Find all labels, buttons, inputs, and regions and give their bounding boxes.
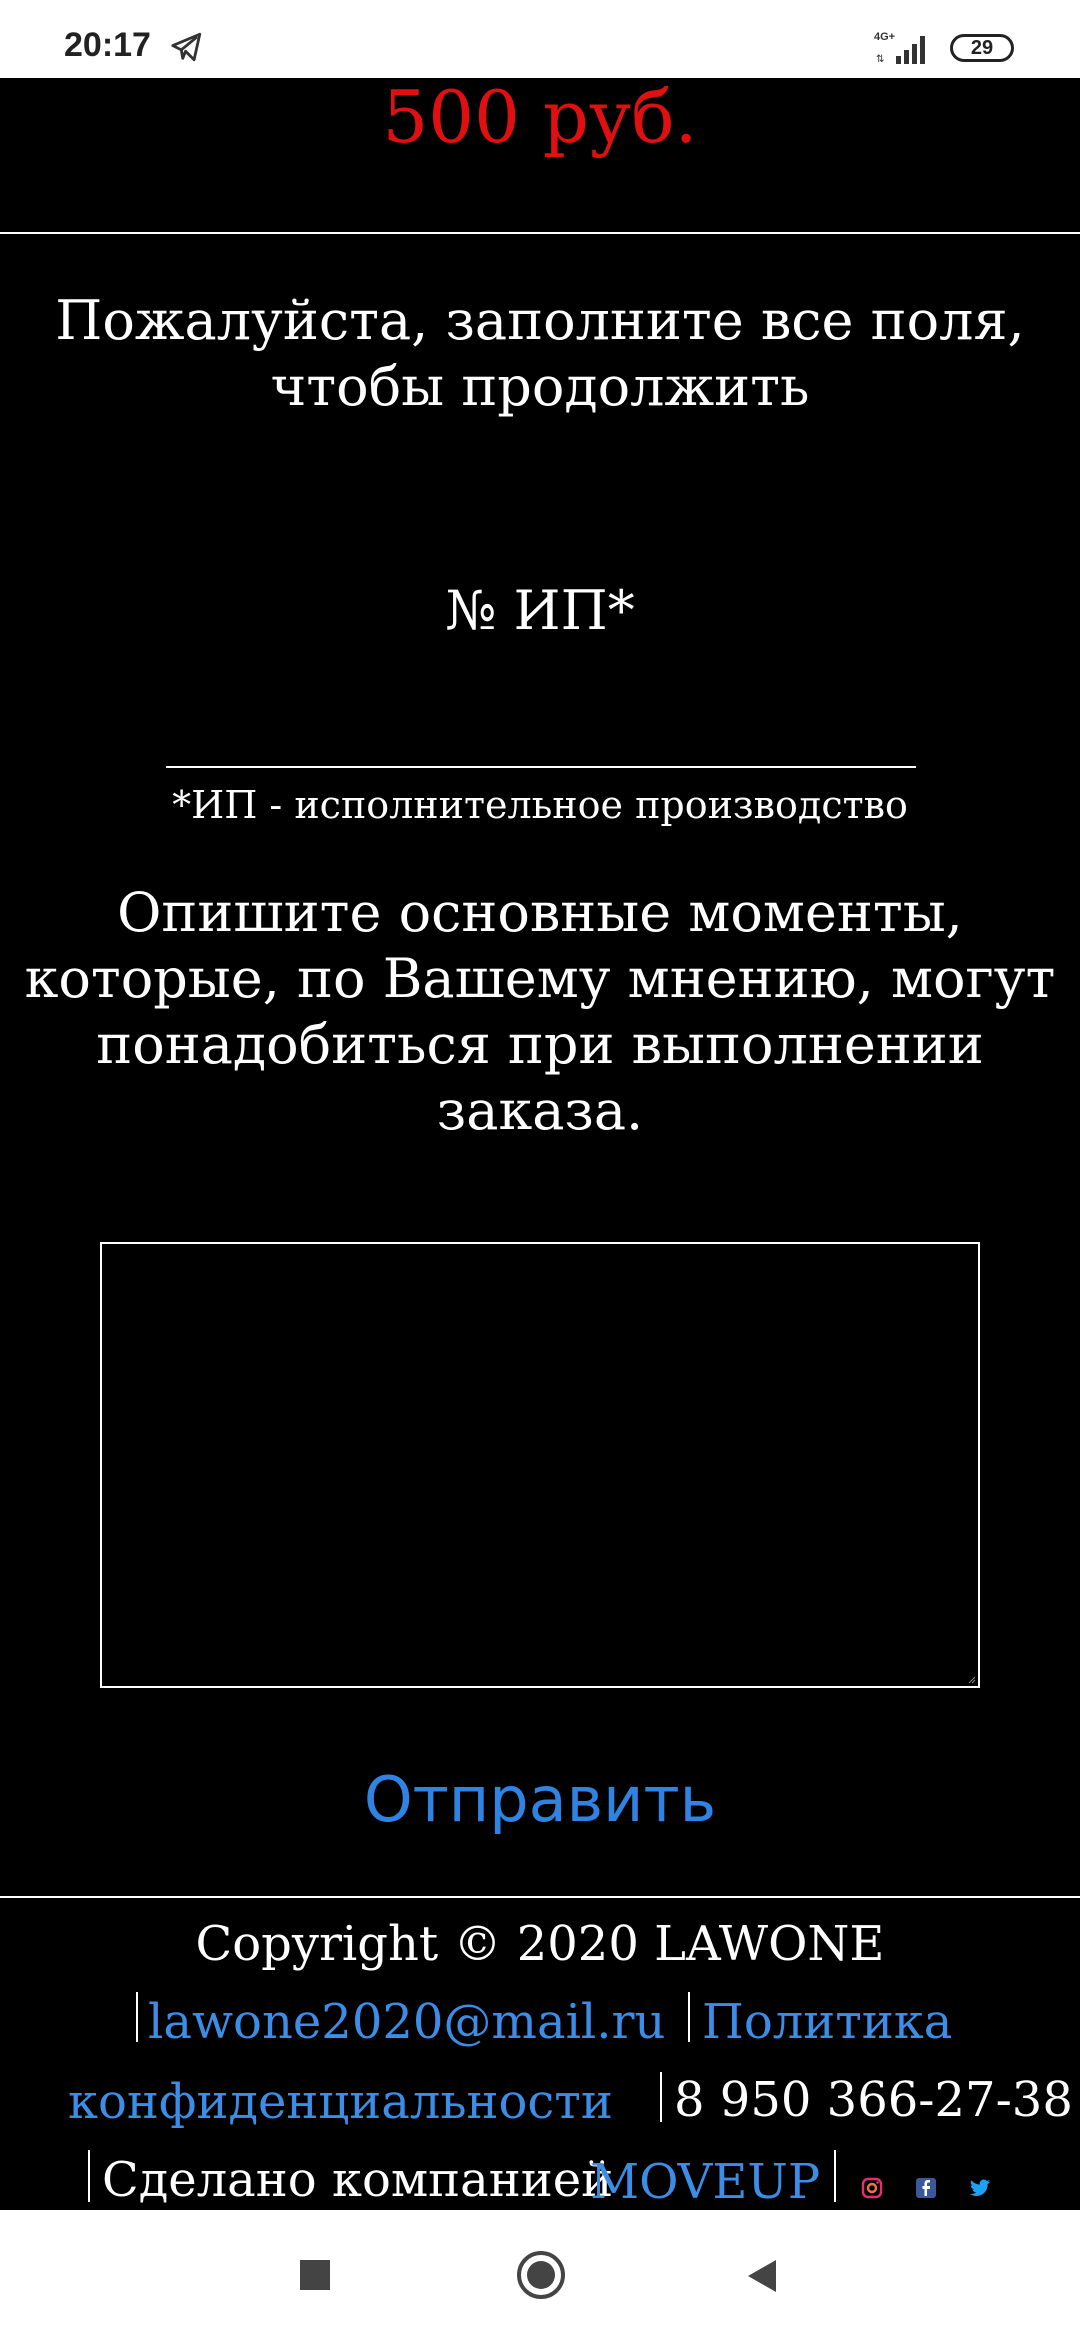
made-by-label: Сделано компанией <box>102 2152 614 2208</box>
footer-divider <box>0 1896 1080 1898</box>
battery-indicator: 29 <box>950 34 1014 62</box>
description-label: Опишите основные моменты, которые, по Ва… <box>24 881 1056 1142</box>
instagram-icon[interactable] <box>860 2176 884 2200</box>
phone-number[interactable]: 8 950 366-27-38 <box>674 2068 1073 2132</box>
facebook-icon[interactable] <box>914 2176 938 2200</box>
network-type: 4G+ <box>874 31 895 43</box>
privacy-policy-link[interactable]: Политика <box>702 1990 952 2054</box>
company-link[interactable]: MOVEUP <box>590 2150 820 2214</box>
form-title: Пожалуйста, заполните все поля, чтобы пр… <box>55 289 1025 418</box>
copyright: Copyright © 2020 LAWONE <box>195 1916 885 1972</box>
separator <box>688 1992 690 2042</box>
signal-icon: 4G+ ⇅ <box>874 31 925 65</box>
ip-note: *ИП - исполнительное производство <box>172 783 908 827</box>
email-link[interactable]: lawone2020@mail.ru <box>148 1990 665 2054</box>
home-icon[interactable] <box>516 2250 566 2300</box>
back-icon[interactable] <box>742 2256 782 2296</box>
resize-handle-icon[interactable] <box>966 1674 976 1684</box>
ip-number-input[interactable] <box>166 690 916 768</box>
status-time: 20:17 <box>64 26 151 64</box>
svg-text:⇅: ⇅ <box>876 54 884 65</box>
privacy-policy-link-cont[interactable]: конфиденциальности <box>68 2070 613 2134</box>
separator <box>88 2150 90 2202</box>
status-bar: 20:17 4G+ ⇅ 29 <box>0 0 1080 78</box>
recent-apps-icon[interactable] <box>300 2260 330 2290</box>
system-nav-bar <box>0 2210 1080 2340</box>
ip-label: № ИП* <box>445 579 635 642</box>
separator <box>660 2072 662 2122</box>
telegram-icon <box>171 32 202 62</box>
submit-button[interactable]: Отправить <box>0 1760 1080 1840</box>
divider <box>0 232 1080 234</box>
separator <box>136 1992 138 2042</box>
separator <box>834 2150 836 2202</box>
description-textarea[interactable] <box>100 1242 980 1688</box>
price: 500 руб. <box>382 75 698 159</box>
twitter-icon[interactable] <box>968 2176 992 2200</box>
